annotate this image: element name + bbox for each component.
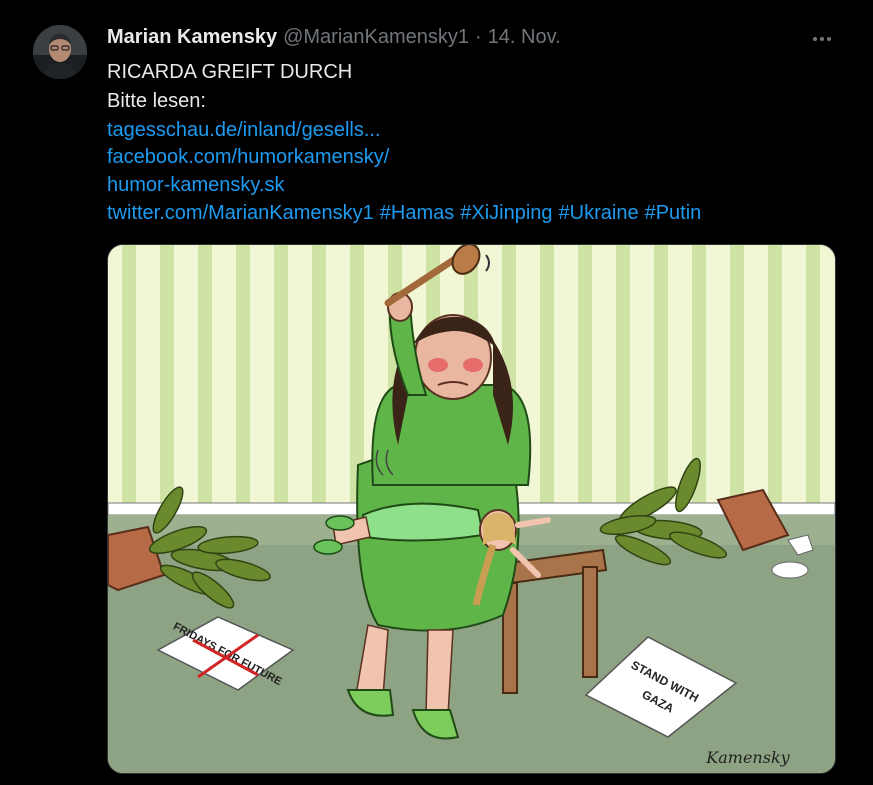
hashtag-putin[interactable]: #Putin — [645, 202, 702, 224]
more-dot — [820, 37, 824, 41]
author-avatar[interactable] — [33, 25, 87, 79]
cartoon-illustration: FRIDAYS FOR FUTURE STAND WITH GAZA Kamen… — [108, 245, 835, 773]
hashtag-xijinping[interactable]: #XiJinping — [460, 202, 552, 224]
hashtag-ukraine[interactable]: #Ukraine — [559, 202, 639, 224]
more-options-button[interactable] — [808, 28, 836, 50]
link-twitter[interactable]: twitter.com/MarianKamensky1 — [107, 202, 374, 224]
avatar-image — [33, 25, 87, 79]
link-tagesschau[interactable]: tagesschau.de/inland/gesells... — [107, 116, 381, 144]
author-name[interactable]: Marian Kamensky — [107, 26, 277, 49]
hashtag-hamas[interactable]: #Hamas — [380, 202, 454, 224]
separator-dot: · — [475, 26, 482, 48]
more-dot — [827, 37, 831, 41]
link-humor-kamensky[interactable]: humor-kamensky.sk — [107, 171, 284, 199]
tweet-text-line-1: RICARDA GREIFT DURCH — [107, 61, 353, 83]
tweet-text-line-2: Bitte lesen: — [107, 90, 206, 112]
tweet-date[interactable]: 14. Nov. — [488, 26, 561, 49]
tweet-header: Marian Kamensky @MarianKamensky1 · 14. N… — [107, 26, 561, 54]
tweet-links-hashtags-line: twitter.com/MarianKamensky1 #Hamas #XiJinp… — [107, 199, 701, 227]
author-handle[interactable]: @MarianKamensky1 — [283, 26, 469, 49]
artist-signature: Kamensky — [705, 748, 790, 767]
tweet-media-image[interactable]: FRIDAYS FOR FUTURE STAND WITH GAZA Kamen… — [107, 244, 836, 774]
more-horizontal-icon — [813, 37, 817, 41]
tweet[interactable]: Marian Kamensky @MarianKamensky1 · 14. N… — [0, 0, 873, 785]
link-facebook[interactable]: facebook.com/humorkamensky/ — [107, 143, 389, 171]
